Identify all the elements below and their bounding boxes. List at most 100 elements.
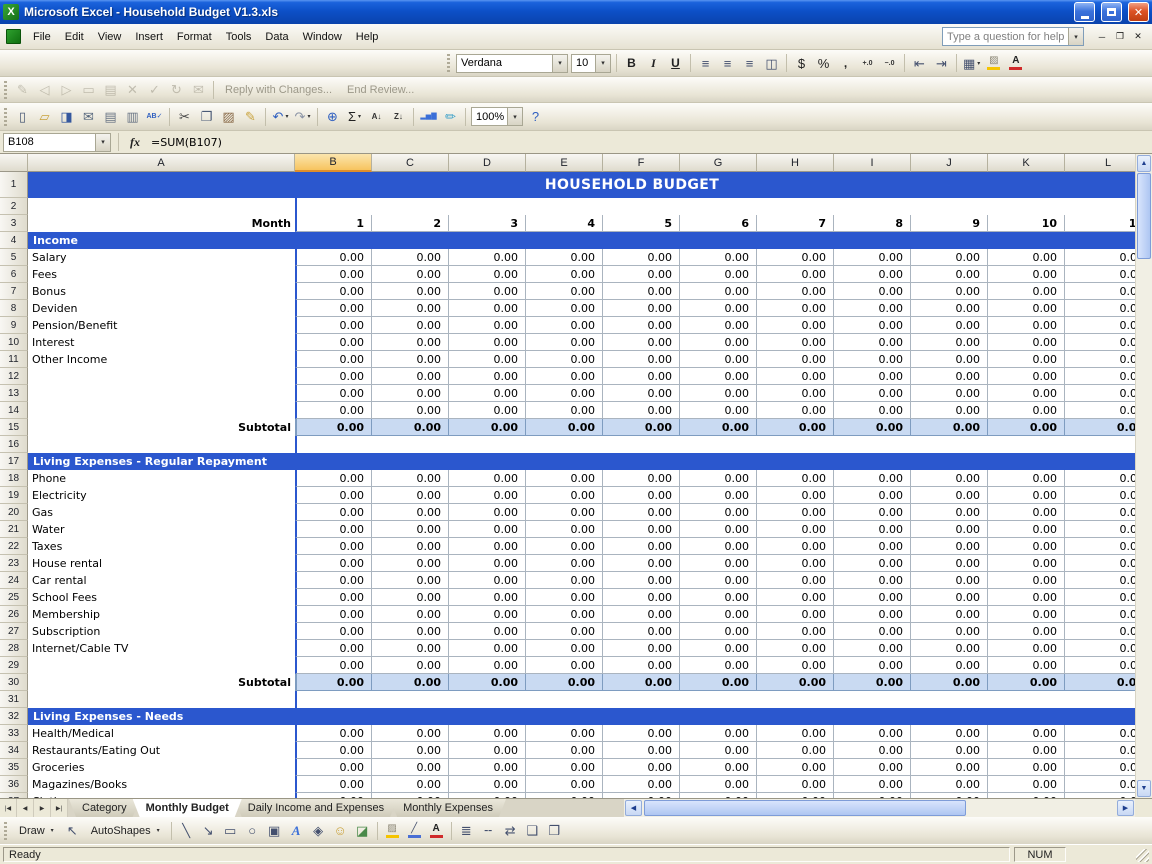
row-header-22[interactable]: 22 (0, 538, 28, 555)
value-cell[interactable]: 0.00 (526, 334, 603, 351)
print-icon[interactable]: ▤ (100, 106, 121, 127)
empty-cells[interactable] (295, 198, 1152, 215)
row-header-36[interactable]: 36 (0, 776, 28, 793)
value-cell[interactable]: 0.00 (988, 538, 1065, 555)
row-header-2[interactable]: 2 (0, 198, 28, 215)
textbox-icon[interactable]: ▣ (264, 820, 285, 841)
value-cell[interactable]: 0.00 (603, 504, 680, 521)
label-cell[interactable]: Pension/Benefit (28, 317, 295, 334)
label-cell[interactable]: Fees (28, 266, 295, 283)
value-cell[interactable]: 0.00 (911, 504, 988, 521)
value-cell[interactable]: 0.00 (911, 283, 988, 300)
value-cell[interactable]: 0.00 (911, 317, 988, 334)
row-header-35[interactable]: 35 (0, 759, 28, 776)
value-cell[interactable]: 0.00 (526, 725, 603, 742)
label-cell[interactable]: House rental (28, 555, 295, 572)
value-cell[interactable]: 0.00 (680, 419, 757, 436)
label-cell[interactable]: Phone (28, 470, 295, 487)
value-cell[interactable]: 0.00 (603, 249, 680, 266)
value-cell[interactable]: 0.00 (988, 725, 1065, 742)
value-cell[interactable]: 0.00 (757, 555, 834, 572)
label-cell[interactable]: Car rental (28, 572, 295, 589)
redo-icon[interactable]: ↷▾ (292, 106, 313, 127)
value-cell[interactable]: 0.00 (834, 334, 911, 351)
value-cell[interactable]: 0.00 (526, 776, 603, 793)
workbook-close-icon[interactable]: ✕ (1130, 29, 1146, 44)
row-header-20[interactable]: 20 (0, 504, 28, 521)
value-cell[interactable]: 0.00 (834, 419, 911, 436)
value-cell[interactable]: 0.00 (757, 572, 834, 589)
value-cell[interactable]: 0.00 (988, 521, 1065, 538)
value-cell[interactable]: 0.00 (449, 249, 526, 266)
value-cell[interactable]: 0.00 (295, 606, 372, 623)
value-cell[interactable]: 0.00 (757, 504, 834, 521)
value-cell[interactable]: 0.00 (911, 334, 988, 351)
value-cell[interactable]: 0.00 (988, 674, 1065, 691)
menu-file[interactable]: File (26, 27, 58, 47)
help-icon[interactable]: ? (525, 106, 546, 127)
value-cell[interactable]: 0.00 (295, 470, 372, 487)
label-cell[interactable] (28, 385, 295, 402)
value-cell[interactable]: 0.00 (295, 504, 372, 521)
value-cell[interactable]: 0.00 (295, 657, 372, 674)
value-cell[interactable]: 0.00 (295, 521, 372, 538)
clipart-icon[interactable]: ☺ (330, 820, 351, 841)
sheet-tab-category[interactable]: Category (69, 799, 140, 817)
zoom-combo[interactable]: 100%▾ (471, 107, 523, 126)
value-cell[interactable]: 0.00 (680, 538, 757, 555)
value-cell[interactable]: 0.00 (449, 351, 526, 368)
empty-cells[interactable] (295, 691, 1152, 708)
previous-sheet-icon[interactable]: ◀ (17, 799, 34, 817)
toolbar-grip[interactable] (4, 108, 7, 126)
value-cell[interactable]: 0.00 (372, 266, 449, 283)
value-cell[interactable]: 0.00 (449, 470, 526, 487)
send-to-mail-recipient-icon[interactable]: ✉ (188, 79, 209, 100)
autoshapes-menu-button[interactable]: AutoShapes▾ (84, 820, 167, 841)
value-cell[interactable]: 0.00 (988, 793, 1065, 798)
value-cell[interactable]: 0.00 (834, 368, 911, 385)
value-cell[interactable]: 0.00 (372, 776, 449, 793)
value-cell[interactable]: 0.00 (757, 606, 834, 623)
value-cell[interactable]: 0.00 (449, 589, 526, 606)
fill-color-icon[interactable]: ▨ (382, 820, 403, 841)
value-cell[interactable]: 0.00 (603, 300, 680, 317)
italic-icon[interactable]: I (643, 53, 664, 74)
value-cell[interactable]: 0.00 (757, 640, 834, 657)
value-cell[interactable]: 0.00 (757, 385, 834, 402)
print-preview-icon[interactable]: ▥ (122, 106, 143, 127)
value-cell[interactable]: 0.00 (603, 555, 680, 572)
value-cell[interactable]: 0.00 (988, 623, 1065, 640)
value-cell[interactable]: 0.00 (757, 300, 834, 317)
value-cell[interactable]: 0.00 (911, 266, 988, 283)
sheet-tab-monthly-expenses[interactable]: Monthly Expenses (390, 799, 506, 817)
value-cell[interactable]: 0.00 (449, 674, 526, 691)
font-name-combo-dropdown-icon[interactable]: ▾ (552, 55, 567, 72)
column-header-g[interactable]: G (680, 154, 757, 172)
value-cell[interactable]: 0.00 (911, 793, 988, 798)
value-cell[interactable]: 0.00 (988, 572, 1065, 589)
value-cell[interactable]: 0.00 (603, 402, 680, 419)
label-cell[interactable]: Restaurants/Eating Out (28, 742, 295, 759)
label-cell[interactable]: Taxes (28, 538, 295, 555)
comma-icon[interactable]: , (835, 53, 856, 74)
chart-wizard-icon[interactable]: ▂▅▇ (418, 106, 439, 127)
value-cell[interactable]: 0.00 (372, 419, 449, 436)
horizontal-scrollbar[interactable]: ◀ ▶ (624, 799, 1135, 817)
value-cell[interactable]: 0.00 (834, 572, 911, 589)
value-cell[interactable]: 0.00 (834, 776, 911, 793)
value-cell[interactable]: 0.00 (988, 283, 1065, 300)
sheet-tab-monthly-budget[interactable]: Monthly Budget (133, 799, 242, 817)
line-icon[interactable]: ╲ (176, 820, 197, 841)
value-cell[interactable]: 0.00 (680, 776, 757, 793)
update-file-icon[interactable]: ↻ (166, 79, 187, 100)
value-cell[interactable]: 0.00 (911, 776, 988, 793)
value-cell[interactable]: 0.00 (988, 334, 1065, 351)
decrease-indent-icon[interactable]: ⇤ (909, 53, 930, 74)
value-cell[interactable]: 0.00 (988, 555, 1065, 572)
value-cell[interactable]: 0.00 (295, 487, 372, 504)
empty-cells[interactable] (295, 436, 1152, 453)
value-cell[interactable]: 0.00 (449, 266, 526, 283)
value-cell[interactable]: 0.00 (834, 300, 911, 317)
value-cell[interactable]: 0.00 (834, 606, 911, 623)
value-cell[interactable]: 0.00 (449, 317, 526, 334)
